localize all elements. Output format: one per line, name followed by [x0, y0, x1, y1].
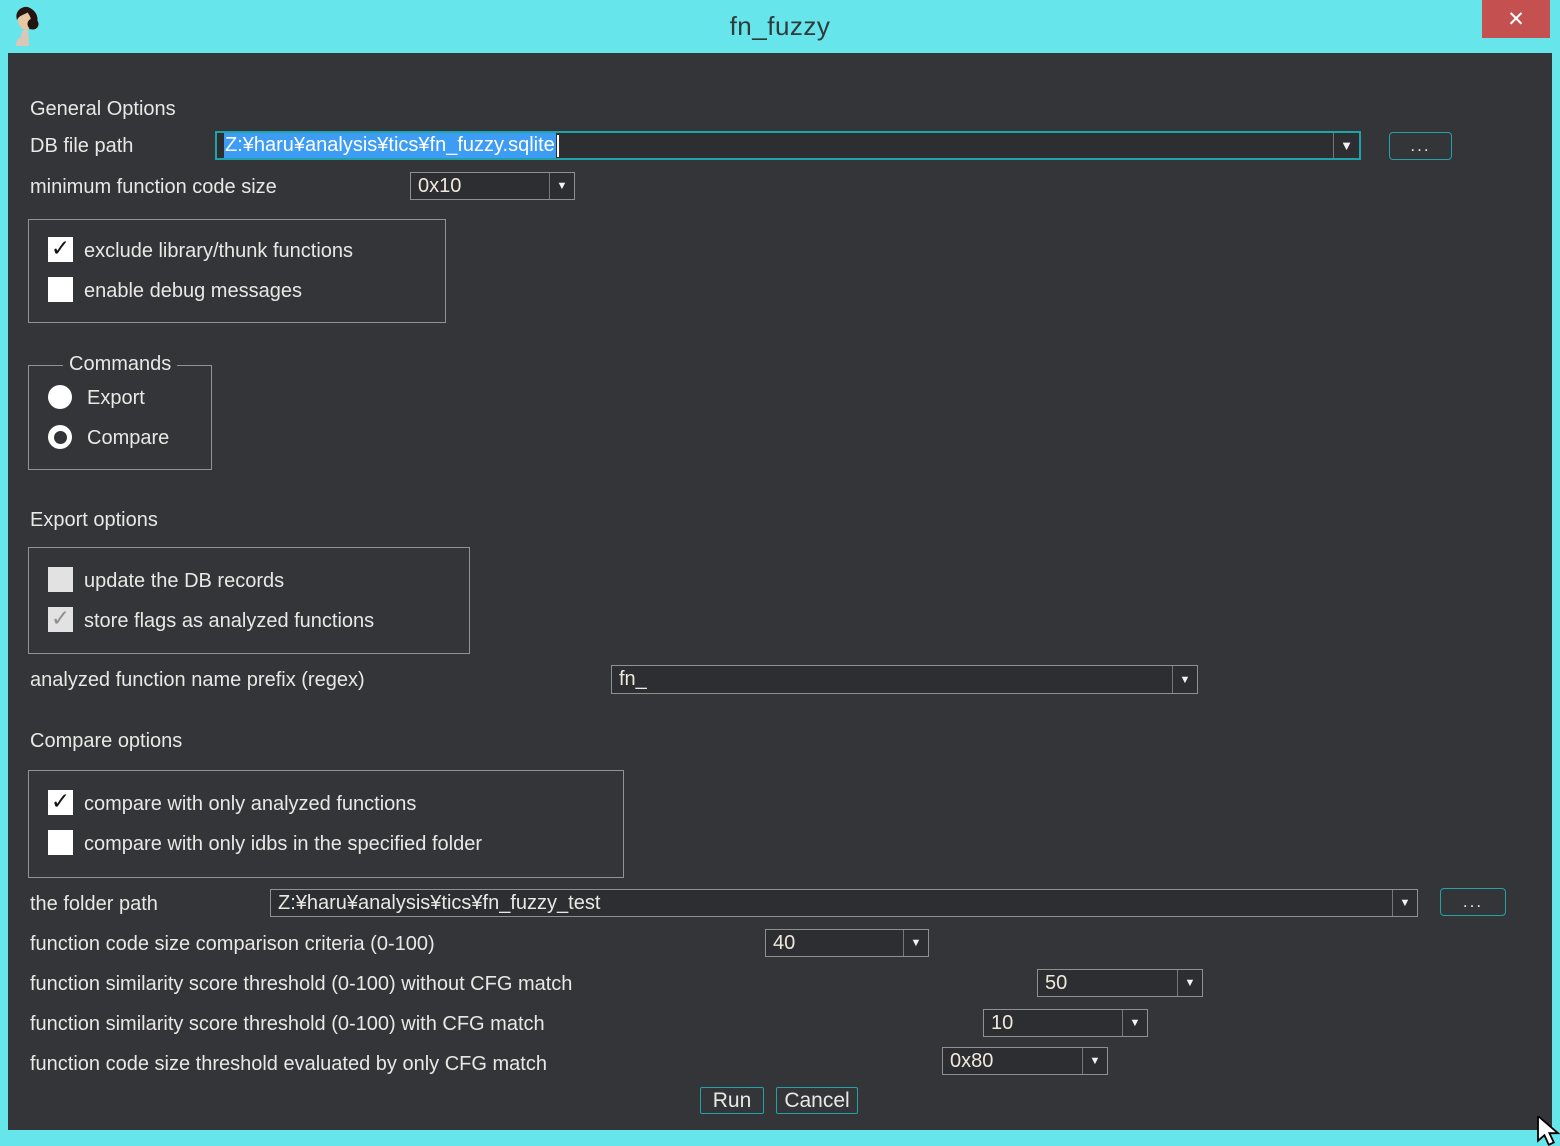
dropdown-arrow-icon[interactable]: ▼ [903, 930, 928, 956]
checkbox-enable-debug-label[interactable]: enable debug messages [84, 279, 302, 303]
checkbox-compare-idbs[interactable]: ✓ [48, 830, 73, 855]
sim-without-cfg-combo[interactable]: 50 ▼ [1037, 969, 1203, 997]
folder-path-value: Z:¥haru¥analysis¥tics¥fn_fuzzy_test [271, 890, 1392, 916]
min-code-size-label: minimum function code size [30, 175, 277, 199]
selected-text: Z:¥haru¥analysis¥tics¥fn_fuzzy.sqlite [224, 133, 556, 158]
folder-path-combo[interactable]: Z:¥haru¥analysis¥tics¥fn_fuzzy_test ▼ [270, 889, 1418, 917]
checkbox-store-flags-label: store flags as analyzed functions [84, 609, 374, 633]
sim-without-cfg-label: function similarity score threshold (0-1… [30, 972, 572, 996]
checkbox-update-db: ✓ [48, 567, 73, 592]
prefix-label: analyzed function name prefix (regex) [30, 668, 365, 692]
radio-compare-label[interactable]: Compare [87, 426, 169, 450]
commands-group-label: Commands [63, 353, 177, 376]
db-file-path-combo[interactable]: Z:¥haru¥analysis¥tics¥fn_fuzzy.sqlite ▼ [215, 131, 1361, 160]
dropdown-arrow-icon[interactable]: ▼ [1122, 1010, 1147, 1036]
dropdown-arrow-icon[interactable]: ▼ [1172, 666, 1197, 693]
db-file-path-label: DB file path [30, 134, 133, 158]
prefix-value: fn_ [612, 666, 1172, 693]
export-checkbox-group [28, 547, 470, 654]
checkbox-enable-debug[interactable]: ✓ [48, 277, 73, 302]
size-cfg-only-label: function code size threshold evaluated b… [30, 1052, 547, 1076]
min-code-size-combo[interactable]: 0x10 ▼ [410, 172, 575, 200]
section-compare-options: Compare options [30, 729, 182, 753]
dropdown-arrow-icon[interactable]: ▼ [549, 173, 574, 199]
checkbox-compare-analyzed[interactable]: ✓ [48, 790, 73, 815]
window-title: fn_fuzzy [0, 11, 1560, 42]
prefix-combo[interactable]: fn_ ▼ [611, 665, 1198, 694]
commands-groupbox: Commands [28, 365, 212, 470]
folder-browse-button[interactable]: ... [1440, 888, 1506, 916]
radio-export-label[interactable]: Export [87, 386, 145, 410]
dialog-content: General Options DB file path Z:¥haru¥ana… [8, 53, 1552, 1130]
checkbox-store-flags: ✓ [48, 607, 73, 632]
sim-with-cfg-label: function similarity score threshold (0-1… [30, 1012, 545, 1036]
check-icon: ✓ [51, 790, 70, 813]
dropdown-arrow-icon[interactable]: ▼ [1177, 970, 1202, 996]
size-cfg-only-value: 0x80 [943, 1048, 1082, 1074]
checkbox-update-db-label: update the DB records [84, 569, 284, 593]
db-path-browse-button[interactable]: ... [1389, 132, 1452, 160]
text-caret [557, 135, 559, 157]
section-general-options: General Options [30, 97, 176, 121]
title-bar[interactable]: fn_fuzzy ✕ [0, 0, 1560, 53]
mouse-cursor [1536, 1116, 1560, 1146]
run-button[interactable]: Run [700, 1087, 764, 1114]
cancel-button[interactable]: Cancel [776, 1087, 858, 1114]
db-file-path-value[interactable]: Z:¥haru¥analysis¥tics¥fn_fuzzy.sqlite [217, 133, 1333, 158]
radio-compare[interactable] [48, 425, 72, 449]
general-checkbox-group [28, 219, 446, 323]
criteria-value: 40 [766, 930, 903, 956]
radio-export[interactable] [48, 385, 72, 409]
checkbox-exclude-library[interactable]: ✓ [48, 237, 73, 262]
close-button[interactable]: ✕ [1482, 0, 1550, 38]
close-icon: ✕ [1507, 7, 1525, 32]
section-export-options: Export options [30, 508, 158, 532]
checkbox-compare-analyzed-label[interactable]: compare with only analyzed functions [84, 792, 416, 816]
folder-path-label: the folder path [30, 892, 158, 916]
sim-without-cfg-value: 50 [1038, 970, 1177, 996]
sim-with-cfg-value: 10 [984, 1010, 1122, 1036]
check-icon: ✓ [51, 237, 70, 260]
criteria-combo[interactable]: 40 ▼ [765, 929, 929, 957]
compare-checkbox-group [28, 770, 624, 878]
dropdown-arrow-icon[interactable]: ▼ [1333, 133, 1359, 158]
size-cfg-only-combo[interactable]: 0x80 ▼ [942, 1047, 1108, 1075]
checkbox-compare-idbs-label[interactable]: compare with only idbs in the specified … [84, 832, 482, 856]
min-code-size-value: 0x10 [411, 173, 549, 199]
criteria-label: function code size comparison criteria (… [30, 932, 435, 956]
check-icon: ✓ [51, 607, 70, 630]
dropdown-arrow-icon[interactable]: ▼ [1392, 890, 1417, 916]
fn-fuzzy-dialog: { "window": { "title": "fn_fuzzy" }, "ic… [0, 0, 1560, 1140]
dropdown-arrow-icon[interactable]: ▼ [1082, 1048, 1107, 1074]
sim-with-cfg-combo[interactable]: 10 ▼ [983, 1009, 1148, 1037]
radio-dot [54, 431, 67, 444]
checkbox-exclude-library-label[interactable]: exclude library/thunk functions [84, 239, 353, 263]
